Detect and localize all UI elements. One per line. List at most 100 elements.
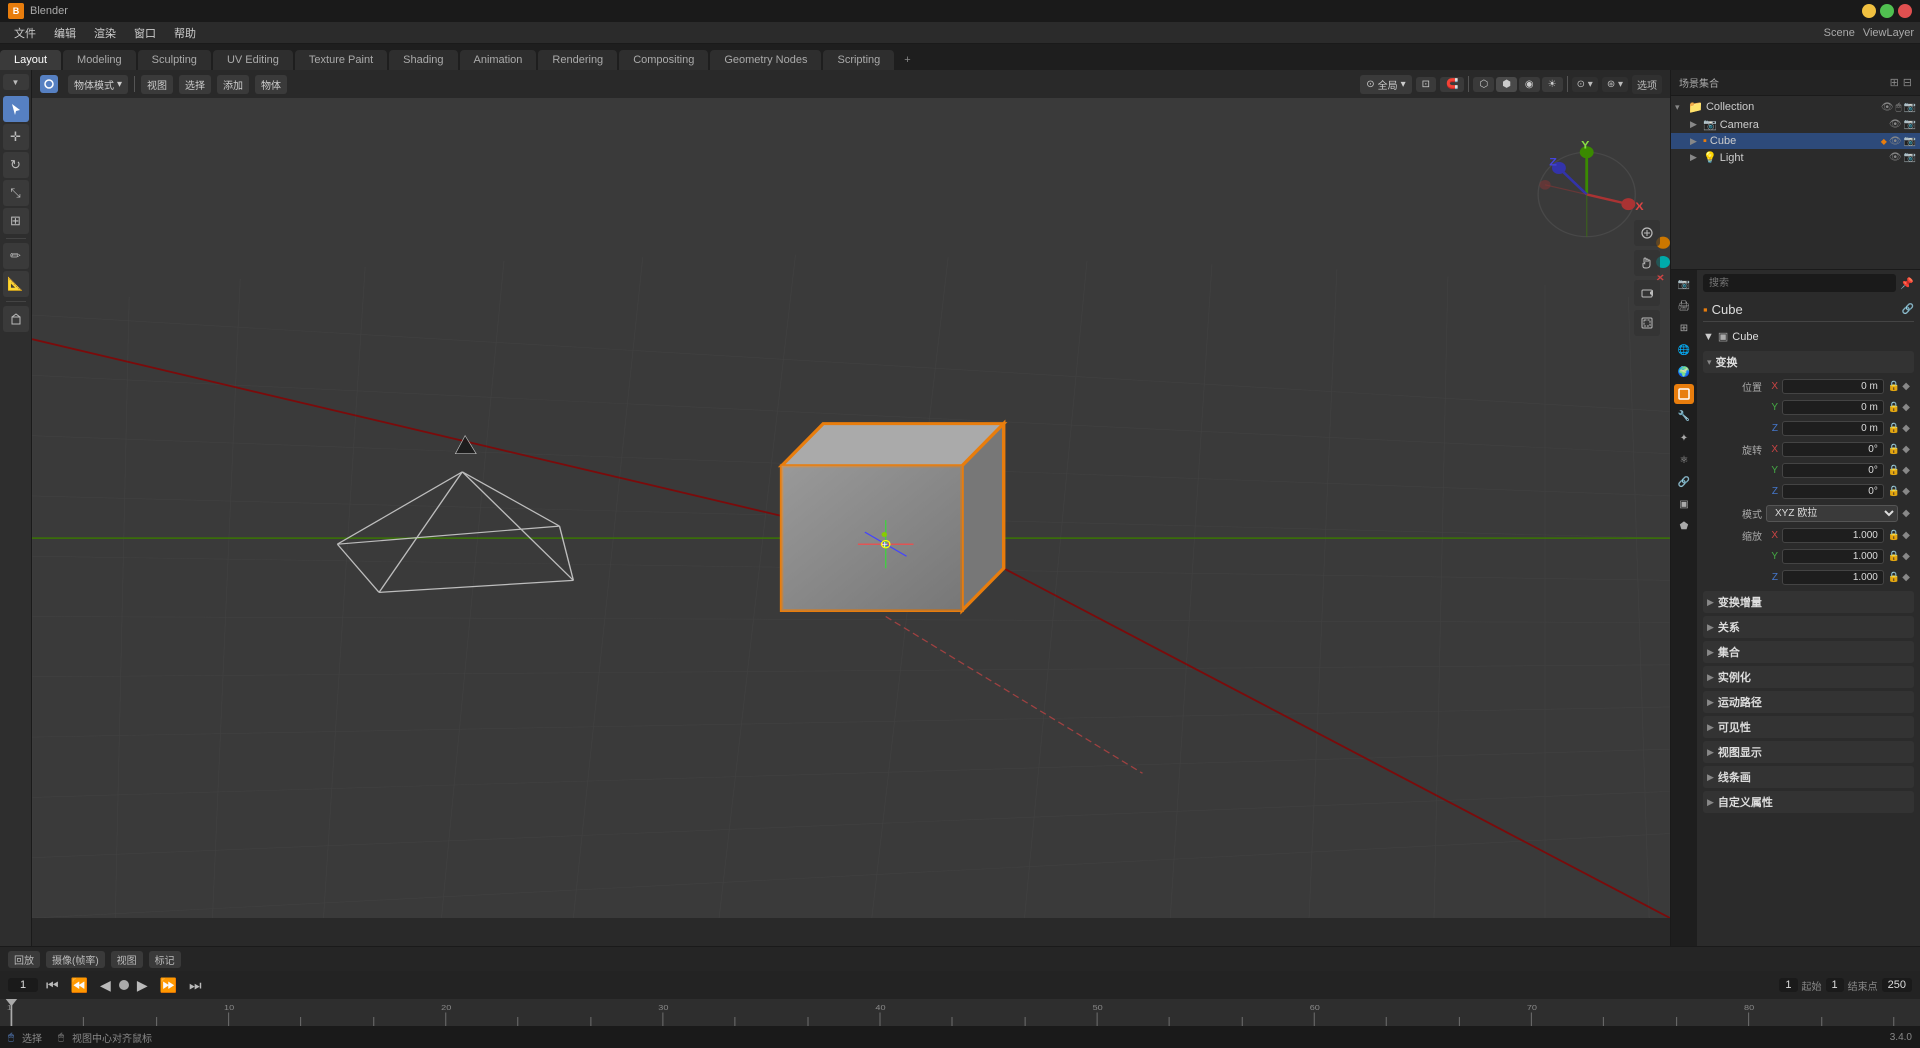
props-search-input[interactable] bbox=[1703, 274, 1896, 292]
outliner-collection[interactable]: ▾ 📁 Collection 👁 🖱 📷 bbox=[1671, 98, 1920, 116]
camera-vis-eye[interactable]: 👁 bbox=[1889, 119, 1902, 130]
cursor-tool[interactable] bbox=[3, 96, 29, 122]
play-reverse-btn[interactable]: ◀ bbox=[96, 975, 115, 996]
props-material-tab[interactable]: ⬟ bbox=[1674, 516, 1694, 536]
collection-vis-render[interactable]: 📷 bbox=[1904, 102, 1916, 113]
viewport-display-section[interactable]: ▶ 视图显示 bbox=[1703, 741, 1914, 763]
rotation-mode-anim-icon[interactable]: ◆ bbox=[1902, 508, 1910, 519]
light-vis-eye[interactable]: 👁 bbox=[1889, 152, 1902, 163]
tab-add-button[interactable]: + bbox=[896, 50, 918, 70]
material-shading[interactable]: ◉ bbox=[1519, 77, 1540, 92]
solid-shading[interactable]: ⬢ bbox=[1496, 77, 1517, 92]
tab-sculpting[interactable]: Sculpting bbox=[138, 50, 211, 70]
menu-file[interactable]: 文件 bbox=[6, 23, 44, 43]
wireframe-shading[interactable]: ⬡ bbox=[1473, 77, 1494, 92]
light-vis-render[interactable]: 📷 bbox=[1904, 152, 1916, 163]
lock-z-icon[interactable]: 🔒 bbox=[1888, 423, 1900, 434]
cube-vis-render[interactable]: 📷 bbox=[1904, 136, 1916, 147]
timeline-ruler[interactable]: 1 10 20 30 40 50 60 70 80 bbox=[0, 999, 1920, 1026]
camera-btn[interactable]: 摄像(帧率) bbox=[46, 951, 105, 968]
props-pin-icon[interactable]: 📌 bbox=[1900, 277, 1914, 290]
transform-section-header[interactable]: ▾ 变换 bbox=[1703, 351, 1914, 373]
lock-sy-icon[interactable]: 🔒 bbox=[1888, 551, 1900, 562]
viewport-select-menu[interactable]: 选择 bbox=[179, 75, 211, 94]
tab-compositing[interactable]: Compositing bbox=[619, 50, 708, 70]
relations-section[interactable]: ▶ 关系 bbox=[1703, 616, 1914, 638]
snap-toggle[interactable]: 🧲 bbox=[1440, 77, 1464, 92]
lock-x-icon[interactable]: 🔒 bbox=[1888, 381, 1900, 392]
props-mesh-name[interactable]: Cube bbox=[1732, 331, 1758, 343]
viewport-gizmos[interactable]: ⊛ ▾ bbox=[1602, 77, 1628, 92]
anim-sy-icon[interactable]: ◆ bbox=[1902, 551, 1910, 562]
anim-rx-icon[interactable]: ◆ bbox=[1902, 444, 1910, 455]
grid-area[interactable]: + Y X bbox=[32, 98, 1670, 918]
rotation-z-value[interactable]: 0° bbox=[1782, 484, 1884, 499]
line-art-section[interactable]: ▶ 线条画 bbox=[1703, 766, 1914, 788]
minimize-button[interactable]: — bbox=[1862, 4, 1876, 18]
menu-window[interactable]: 窗口 bbox=[126, 23, 164, 43]
rotation-x-value[interactable]: 0° bbox=[1782, 442, 1884, 457]
custom-props-section[interactable]: ▶ 自定义属性 bbox=[1703, 791, 1914, 813]
collection-vis-cursor[interactable]: 🖱 bbox=[1896, 102, 1902, 113]
current-frame-display[interactable]: 1 bbox=[8, 978, 38, 992]
tab-layout[interactable]: Layout bbox=[0, 50, 61, 70]
object-mode-dropdown[interactable]: 物体模式 ▾ bbox=[68, 75, 128, 94]
viewport-view-menu[interactable]: 视图 bbox=[141, 75, 173, 94]
collection-vis-eye[interactable]: 👁 bbox=[1881, 102, 1894, 113]
rotation-y-value[interactable]: 0° bbox=[1782, 463, 1884, 478]
hand-tool[interactable] bbox=[1634, 250, 1660, 276]
viewport-object-menu[interactable]: 物体 bbox=[255, 75, 287, 94]
measure-tool[interactable]: 📐 bbox=[3, 271, 29, 297]
playback-btn[interactable]: 回放 bbox=[8, 951, 40, 968]
zoom-to-fit[interactable] bbox=[1634, 220, 1660, 246]
step-back-btn[interactable]: ⏪ bbox=[67, 975, 92, 996]
jump-to-start-btn[interactable]: ⏮ bbox=[42, 975, 63, 996]
tab-texture-paint[interactable]: Texture Paint bbox=[295, 50, 387, 70]
camera-view[interactable] bbox=[1634, 280, 1660, 306]
marker-btn[interactable]: 标记 bbox=[149, 951, 181, 968]
transform-orientations[interactable]: ⊡ bbox=[1416, 77, 1436, 92]
pivot-dropdown[interactable]: ⊙ 全局 ▾ bbox=[1360, 75, 1411, 94]
visibility-section[interactable]: ▶ 可见性 bbox=[1703, 716, 1914, 738]
menu-help[interactable]: 帮助 bbox=[166, 23, 204, 43]
anim-rz-icon[interactable]: ◆ bbox=[1902, 486, 1910, 497]
menu-render[interactable]: 渲染 bbox=[86, 23, 124, 43]
close-button[interactable]: ✕ bbox=[1898, 4, 1912, 18]
lock-ry-icon[interactable]: 🔒 bbox=[1888, 465, 1900, 476]
collections-section[interactable]: ▶ 集合 bbox=[1703, 641, 1914, 663]
lock-y-icon[interactable]: 🔒 bbox=[1888, 402, 1900, 413]
scale-y-value[interactable]: 1.000 bbox=[1782, 549, 1884, 564]
anim-sx-icon[interactable]: ◆ bbox=[1902, 530, 1910, 541]
tab-scripting[interactable]: Scripting bbox=[823, 50, 894, 70]
tab-shading[interactable]: Shading bbox=[389, 50, 457, 70]
start-frame-display[interactable]: 1 bbox=[1779, 978, 1797, 992]
camera-vis-render[interactable]: 📷 bbox=[1904, 119, 1916, 130]
props-link-icon[interactable]: 🔗 bbox=[1902, 304, 1914, 315]
props-render-tab[interactable]: 📷 bbox=[1674, 274, 1694, 294]
viewport[interactable]: 物体模式 ▾ 视图 选择 添加 物体 ⊙ 全局 ▾ ⊡ 🧲 ⬡ bbox=[32, 70, 1670, 946]
rendered-shading[interactable]: ☀ bbox=[1542, 77, 1563, 92]
tab-rendering[interactable]: Rendering bbox=[538, 50, 617, 70]
props-data-tab[interactable]: ▣ bbox=[1674, 494, 1694, 514]
jump-to-end-btn[interactable]: ⏭ bbox=[185, 975, 206, 996]
props-scene-tab[interactable]: 🌐 bbox=[1674, 340, 1694, 360]
lock-sz-icon[interactable]: 🔒 bbox=[1888, 572, 1900, 583]
anim-y-icon[interactable]: ◆ bbox=[1902, 402, 1910, 413]
move-tool[interactable]: ✛ bbox=[3, 124, 29, 150]
props-physics-tab[interactable]: ⚛ bbox=[1674, 450, 1694, 470]
annotate-tool[interactable]: ✏ bbox=[3, 243, 29, 269]
anim-sz-icon[interactable]: ◆ bbox=[1902, 572, 1910, 583]
lock-rx-icon[interactable]: 🔒 bbox=[1888, 444, 1900, 455]
scale-tool[interactable]: ⤡ bbox=[3, 180, 29, 206]
end-frame-display[interactable]: 250 bbox=[1882, 978, 1912, 992]
rotate-tool[interactable]: ↻ bbox=[3, 152, 29, 178]
props-particles-tab[interactable]: ✦ bbox=[1674, 428, 1694, 448]
current-frame-mid[interactable]: 1 bbox=[1826, 978, 1844, 992]
props-constraints-tab[interactable]: 🔗 bbox=[1674, 472, 1694, 492]
props-world-tab[interactable]: 🌍 bbox=[1674, 362, 1694, 382]
outliner-camera[interactable]: ▶ 📷 Camera 👁 📷 bbox=[1671, 116, 1920, 133]
outliner-light[interactable]: ▶ 💡 Light 👁 📷 bbox=[1671, 149, 1920, 166]
instancing-section[interactable]: ▶ 实例化 bbox=[1703, 666, 1914, 688]
tab-animation[interactable]: Animation bbox=[460, 50, 537, 70]
anim-z-icon[interactable]: ◆ bbox=[1902, 423, 1910, 434]
